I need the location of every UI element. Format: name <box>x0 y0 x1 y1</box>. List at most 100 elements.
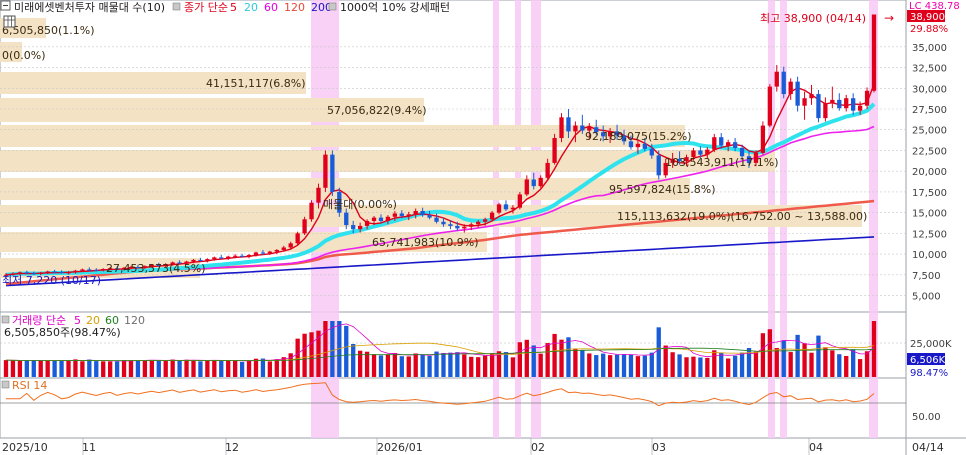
volume-bar <box>864 351 870 377</box>
vp-label-4: 57,056,822(9.4%) <box>327 104 427 117</box>
candle-body <box>795 81 800 106</box>
volume-bar <box>753 351 759 377</box>
candle-body <box>837 99 842 109</box>
price-y-tick: 27,500 <box>912 105 947 116</box>
vp-label-6: 65,741,983(10.9%) <box>372 236 479 249</box>
volume-bar <box>274 359 279 377</box>
candle-body <box>59 271 64 273</box>
candle-body <box>101 269 106 271</box>
pattern-toggle-icon[interactable] <box>328 2 337 11</box>
candle-body <box>635 143 641 148</box>
candle-body <box>441 221 446 225</box>
volume-bar <box>441 352 446 377</box>
candle-body <box>281 247 286 250</box>
volume-bar <box>531 345 536 377</box>
grid-table-icon[interactable] <box>3 15 16 28</box>
volume-bar <box>10 360 16 377</box>
candle-body <box>448 224 453 226</box>
volume-bar <box>739 352 745 377</box>
price-y-tick: 25,000 <box>912 126 947 137</box>
candle-body <box>371 217 377 221</box>
current-change-tag: 29.88% <box>910 24 948 35</box>
candle-body <box>642 143 648 149</box>
volume-info: 6,505,850주(98.47%) <box>4 326 121 339</box>
volume-bar <box>309 332 314 377</box>
candle-body <box>823 103 828 119</box>
candle-body <box>809 94 814 99</box>
candle-body <box>274 249 279 252</box>
volume-bar <box>406 356 411 377</box>
candle-body <box>378 217 384 221</box>
volume-bar <box>59 360 64 377</box>
candle-body <box>719 137 724 146</box>
price-y-tick: 17,500 <box>912 188 947 199</box>
rsi-toggle-icon[interactable] <box>1 380 10 389</box>
price-y-tick: 32,500 <box>912 64 947 75</box>
candle-body <box>566 117 571 132</box>
volume-bar <box>219 360 224 377</box>
candle-body <box>767 86 772 126</box>
volume-bar <box>3 360 9 377</box>
volume-bar <box>649 352 654 377</box>
candle-body <box>434 217 439 222</box>
volume-bar <box>566 337 571 377</box>
rsi-label: RSI 14 <box>12 379 47 392</box>
ma-period-20: 20 <box>244 1 258 14</box>
volume-bar <box>844 355 849 377</box>
legend-toggle-icon[interactable] <box>172 2 181 11</box>
volume-bar <box>587 353 592 377</box>
volume-bar <box>767 329 772 377</box>
candle-body <box>392 213 398 217</box>
volume-bar <box>809 352 814 377</box>
volume-bar <box>101 361 106 377</box>
candle-body <box>364 220 370 226</box>
volume-bar <box>198 361 203 377</box>
volume-bar <box>857 359 863 377</box>
volume-bar <box>802 343 807 377</box>
low-marker: 최저 7,220 (10/17) <box>2 274 101 287</box>
volume-bar <box>351 344 356 377</box>
volume-bar <box>823 347 828 377</box>
volume-bar <box>503 352 509 377</box>
volume-bar <box>489 353 495 377</box>
volume-bar <box>691 356 696 377</box>
candle-body <box>399 213 404 216</box>
volume-toggle-icon[interactable] <box>1 315 10 324</box>
candle-body <box>385 216 391 221</box>
volume-bar <box>476 357 481 377</box>
candle-body <box>844 98 849 109</box>
volume-current-tag: 6,506K <box>910 355 946 366</box>
candle-body <box>774 71 779 87</box>
candle-body <box>496 204 502 213</box>
candle-body <box>524 179 529 195</box>
candle-body <box>73 270 78 273</box>
volume-current-pct: 98.47% <box>910 368 948 379</box>
candle-body <box>420 210 425 216</box>
volume-bar <box>253 358 259 377</box>
candle-body <box>830 99 835 104</box>
volume-bar <box>580 349 585 377</box>
x-tick-02: 02 <box>531 441 545 454</box>
candle-body <box>455 225 460 229</box>
candle-body <box>205 259 210 261</box>
price-y-tick: 10,000 <box>912 250 947 261</box>
volume-bar <box>524 339 529 377</box>
candle-body <box>482 219 488 222</box>
volume-bar <box>302 333 307 377</box>
x-tick-2025-10: 2025/10 <box>2 441 48 454</box>
candle-body <box>198 259 203 261</box>
vp-label-1: 6,505,850(1.1%) <box>2 24 95 37</box>
candle-body <box>232 255 238 257</box>
candle-body <box>510 207 516 210</box>
ticker-label: 미래에셋벤처투자 매물대 수(10) <box>14 1 165 14</box>
candle-body <box>212 257 217 260</box>
volume-bar <box>684 357 689 377</box>
volume-bar <box>114 361 120 377</box>
candle-body <box>351 225 356 230</box>
volume-bar <box>712 350 717 377</box>
current-price-tag: 38,900 <box>910 12 945 23</box>
volume-bar <box>614 354 620 377</box>
vp-label-11: 매물대(0.00%) <box>323 198 397 211</box>
candle-body <box>851 98 856 111</box>
candle-body <box>503 204 509 210</box>
